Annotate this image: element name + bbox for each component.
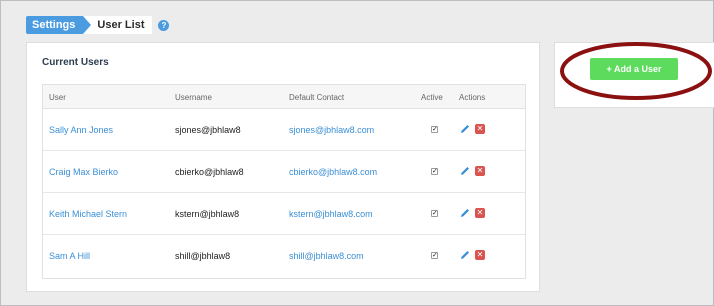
table-row: Sally Ann Jones sjones@jbhlaw8 sjones@jb… bbox=[43, 109, 525, 151]
users-table: User Username Default Contact Active Act… bbox=[42, 84, 526, 279]
panel-title: Current Users bbox=[42, 57, 109, 68]
breadcrumb: Settings User List ? bbox=[26, 16, 170, 34]
contact-email-link[interactable]: sjones@jbhlaw8.com bbox=[289, 125, 374, 135]
pencil-icon[interactable] bbox=[459, 165, 471, 177]
active-checkbox[interactable]: ✓ bbox=[431, 252, 438, 259]
delete-icon[interactable]: ✕ bbox=[475, 166, 485, 176]
username: sjones@jbhlaw8 bbox=[175, 125, 241, 135]
user-name-link[interactable]: Keith Michael Stern bbox=[49, 209, 127, 219]
table-row: Keith Michael Stern kstern@jbhlaw8 kster… bbox=[43, 193, 525, 235]
help-icon[interactable]: ? bbox=[158, 19, 170, 31]
column-header-actions: Actions bbox=[459, 93, 486, 102]
active-checkbox[interactable]: ✓ bbox=[431, 168, 438, 175]
table-header: User Username Default Contact Active Act… bbox=[43, 85, 525, 109]
column-header-user: User bbox=[49, 93, 66, 102]
user-name-link[interactable]: Sam A Hill bbox=[49, 251, 90, 261]
current-users-panel: Current Users User Username Default Cont… bbox=[26, 42, 540, 292]
username: kstern@jbhlaw8 bbox=[175, 209, 240, 219]
breadcrumb-settings[interactable]: Settings bbox=[26, 16, 92, 34]
contact-email-link[interactable]: kstern@jbhlaw8.com bbox=[289, 209, 373, 219]
contact-email-link[interactable]: cbierko@jbhlaw8.com bbox=[289, 167, 377, 177]
delete-icon[interactable]: ✕ bbox=[475, 208, 485, 218]
user-name-link[interactable]: Craig Max Bierko bbox=[49, 167, 118, 177]
column-header-active: Active bbox=[421, 93, 443, 102]
highlight-ellipse bbox=[560, 42, 712, 100]
column-header-username: Username bbox=[175, 93, 212, 102]
delete-icon[interactable]: ✕ bbox=[475, 124, 485, 134]
contact-email-link[interactable]: shill@jbhlaw8.com bbox=[289, 251, 364, 261]
pencil-icon[interactable] bbox=[459, 123, 471, 135]
column-header-default-contact: Default Contact bbox=[289, 93, 345, 102]
table-row: Sam A Hill shill@jbhlaw8 shill@jbhlaw8.c… bbox=[43, 235, 525, 277]
delete-icon[interactable]: ✕ bbox=[475, 250, 485, 260]
active-checkbox[interactable]: ✓ bbox=[431, 210, 438, 217]
breadcrumb-current: User List bbox=[83, 16, 153, 34]
username: shill@jbhlaw8 bbox=[175, 251, 231, 261]
username: cbierko@jbhlaw8 bbox=[175, 167, 244, 177]
active-checkbox[interactable]: ✓ bbox=[431, 126, 438, 133]
table-row: Craig Max Bierko cbierko@jbhlaw8 cbierko… bbox=[43, 151, 525, 193]
pencil-icon[interactable] bbox=[459, 249, 471, 261]
user-name-link[interactable]: Sally Ann Jones bbox=[49, 125, 113, 135]
pencil-icon[interactable] bbox=[459, 207, 471, 219]
